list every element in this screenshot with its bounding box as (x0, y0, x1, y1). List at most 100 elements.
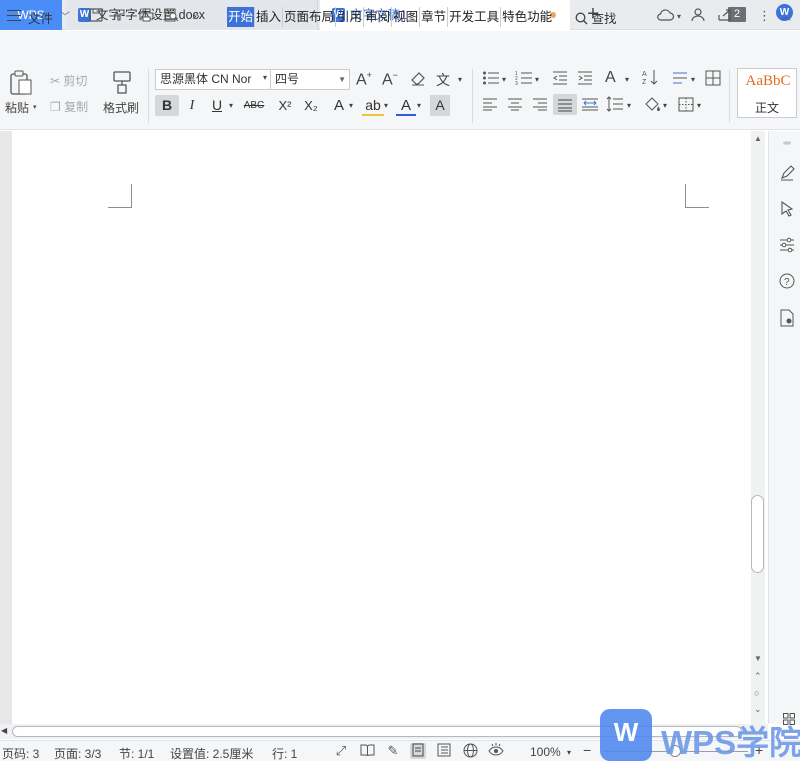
bullet-list-icon[interactable] (482, 70, 500, 89)
chevron-down-icon[interactable]: ▾ (384, 101, 388, 110)
more-quick-access-icon[interactable]: » (188, 8, 204, 24)
chevron-down-icon[interactable]: ▾ (229, 101, 233, 110)
subscript-button[interactable]: X₂ (300, 95, 322, 116)
eye-protection-icon[interactable] (488, 743, 504, 759)
pane-handle-icon[interactable]: ═ (778, 135, 796, 153)
outline-view-icon[interactable] (436, 743, 452, 759)
chinese-layout-icon[interactable]: A (605, 69, 616, 87)
search-button[interactable]: 查找 (575, 8, 617, 27)
justify-icon[interactable] (553, 94, 577, 115)
format-painter-button[interactable]: 格式刷 (103, 99, 139, 116)
cloud-sync-icon[interactable] (656, 8, 676, 25)
character-shading-icon[interactable]: A (430, 95, 450, 116)
write-mode-icon[interactable]: ✎ (385, 743, 401, 759)
format-brush-quick-icon[interactable] (113, 8, 129, 24)
shading-fill-icon[interactable] (643, 96, 661, 115)
page-number-status[interactable]: 页码: 3 (2, 745, 39, 761)
vertical-scrollbar-thumb[interactable] (751, 495, 764, 573)
tab-page-layout[interactable]: 页面布局 (283, 7, 337, 27)
decrease-indent-icon[interactable] (552, 70, 568, 89)
tab-review[interactable]: 审阅 (364, 7, 393, 27)
phonetic-guide-icon[interactable]: 文 (436, 70, 450, 90)
increase-indent-icon[interactable] (577, 70, 593, 89)
save-icon[interactable] (88, 8, 104, 24)
chevron-down-icon[interactable]: ﹀ (60, 8, 70, 23)
style-normal-button[interactable]: AaBbC 正文 (737, 68, 797, 118)
tab-developer[interactable]: 开发工具 (448, 7, 502, 27)
align-right-icon[interactable] (532, 97, 548, 114)
font-size-select[interactable]: 四号 ▼ (270, 69, 350, 90)
previous-page-icon[interactable]: ⌃ (754, 671, 762, 682)
web-layout-icon[interactable] (462, 743, 478, 759)
document-settings-icon[interactable] (778, 309, 796, 327)
cut-button[interactable]: ✂ 剪切 (50, 72, 87, 89)
tab-references[interactable]: 引用 (336, 7, 365, 27)
copy-button[interactable]: ❐ 复制 (50, 98, 88, 115)
increase-font-size-icon[interactable]: A+ (356, 70, 372, 89)
help-icon[interactable]: ? (778, 273, 796, 291)
cursor-select-icon[interactable] (778, 200, 796, 219)
highlight-color-icon[interactable]: ab (362, 95, 384, 116)
borders-icon[interactable] (678, 97, 694, 115)
chevron-down-icon[interactable]: ▼ (338, 70, 346, 89)
chevron-down-icon[interactable]: ▾ (697, 101, 701, 110)
zoom-level[interactable]: 100% (530, 745, 561, 759)
font-color-icon[interactable]: A (396, 95, 416, 116)
collapse-ribbon-icon[interactable]: ︿ (781, 8, 791, 23)
print-icon[interactable] (138, 8, 154, 24)
chevron-down-icon[interactable]: ▾ (625, 75, 629, 84)
section-status[interactable]: 节: 1/1 (119, 745, 154, 761)
reading-mode-icon[interactable] (359, 743, 375, 759)
align-center-icon[interactable] (507, 97, 523, 114)
format-painter-icon[interactable] (111, 70, 133, 97)
collaborate-icon[interactable] (691, 8, 707, 25)
line-spacing-text-icon[interactable] (672, 70, 688, 89)
print-preview-icon[interactable] (163, 8, 179, 24)
vertical-scrollbar[interactable] (751, 131, 765, 724)
tab-view[interactable]: 视图 (392, 7, 421, 27)
chevron-down-icon[interactable]: ▾ (33, 103, 37, 111)
decrease-font-size-icon[interactable]: A− (382, 70, 398, 89)
chevron-down-icon[interactable]: ▾ (349, 101, 353, 110)
bold-button[interactable]: B (155, 95, 179, 116)
document-canvas[interactable] (0, 131, 751, 724)
pen-icon[interactable] (778, 165, 796, 183)
tab-special-features[interactable]: 特色功能 (501, 7, 553, 27)
file-menu[interactable]: 文件 (28, 8, 53, 27)
superscript-button[interactable]: X² (274, 95, 296, 116)
chevron-down-icon[interactable]: ▾ (691, 75, 695, 84)
hamburger-menu-icon[interactable] (7, 10, 21, 21)
pages-status[interactable]: 页面: 3/3 (54, 745, 101, 761)
chevron-down-icon[interactable]: ▾ (677, 12, 681, 21)
distributed-align-icon[interactable] (581, 97, 599, 114)
select-browse-object-icon[interactable]: ○ (754, 688, 759, 698)
table-grid-icon[interactable] (705, 70, 721, 89)
clear-format-icon[interactable] (410, 70, 426, 89)
chevron-down-icon[interactable]: ▾ (458, 75, 462, 84)
next-page-icon[interactable]: ⌄ (754, 704, 762, 715)
scroll-up-arrow-icon[interactable]: ▲ (754, 134, 762, 143)
underline-button[interactable]: U (206, 95, 228, 116)
paste-button[interactable]: 粘贴 (5, 99, 29, 116)
paste-icon[interactable] (9, 70, 33, 99)
scroll-left-arrow-icon[interactable]: ◀ (1, 726, 7, 735)
share-icon[interactable] (717, 8, 733, 25)
scroll-down-arrow-icon[interactable]: ▼ (754, 654, 762, 663)
line-status[interactable]: 行: 1 (272, 745, 297, 761)
chevron-down-icon[interactable]: ▾ (535, 75, 539, 84)
chevron-down-icon[interactable]: ▾ (263, 73, 267, 82)
text-effect-icon[interactable]: A (328, 95, 350, 116)
tab-chapter[interactable]: 章节 (420, 7, 449, 27)
paragraph-spacing-icon[interactable] (606, 96, 624, 115)
numbered-list-icon[interactable]: 123 (515, 70, 533, 89)
strikethrough-button[interactable]: ABC (241, 95, 267, 116)
sort-icon[interactable]: AZ (642, 69, 658, 89)
settings-sliders-icon[interactable] (778, 237, 796, 255)
fullscreen-icon[interactable]: ⤢ (333, 743, 349, 759)
chevron-down-icon[interactable]: ▾ (567, 748, 571, 757)
page-view-icon[interactable] (410, 743, 426, 759)
align-left-icon[interactable] (482, 97, 498, 114)
tab-home[interactable]: 开始 (227, 7, 256, 27)
chevron-down-icon[interactable]: ▾ (663, 101, 667, 110)
zoom-out-button[interactable]: − (583, 742, 591, 758)
